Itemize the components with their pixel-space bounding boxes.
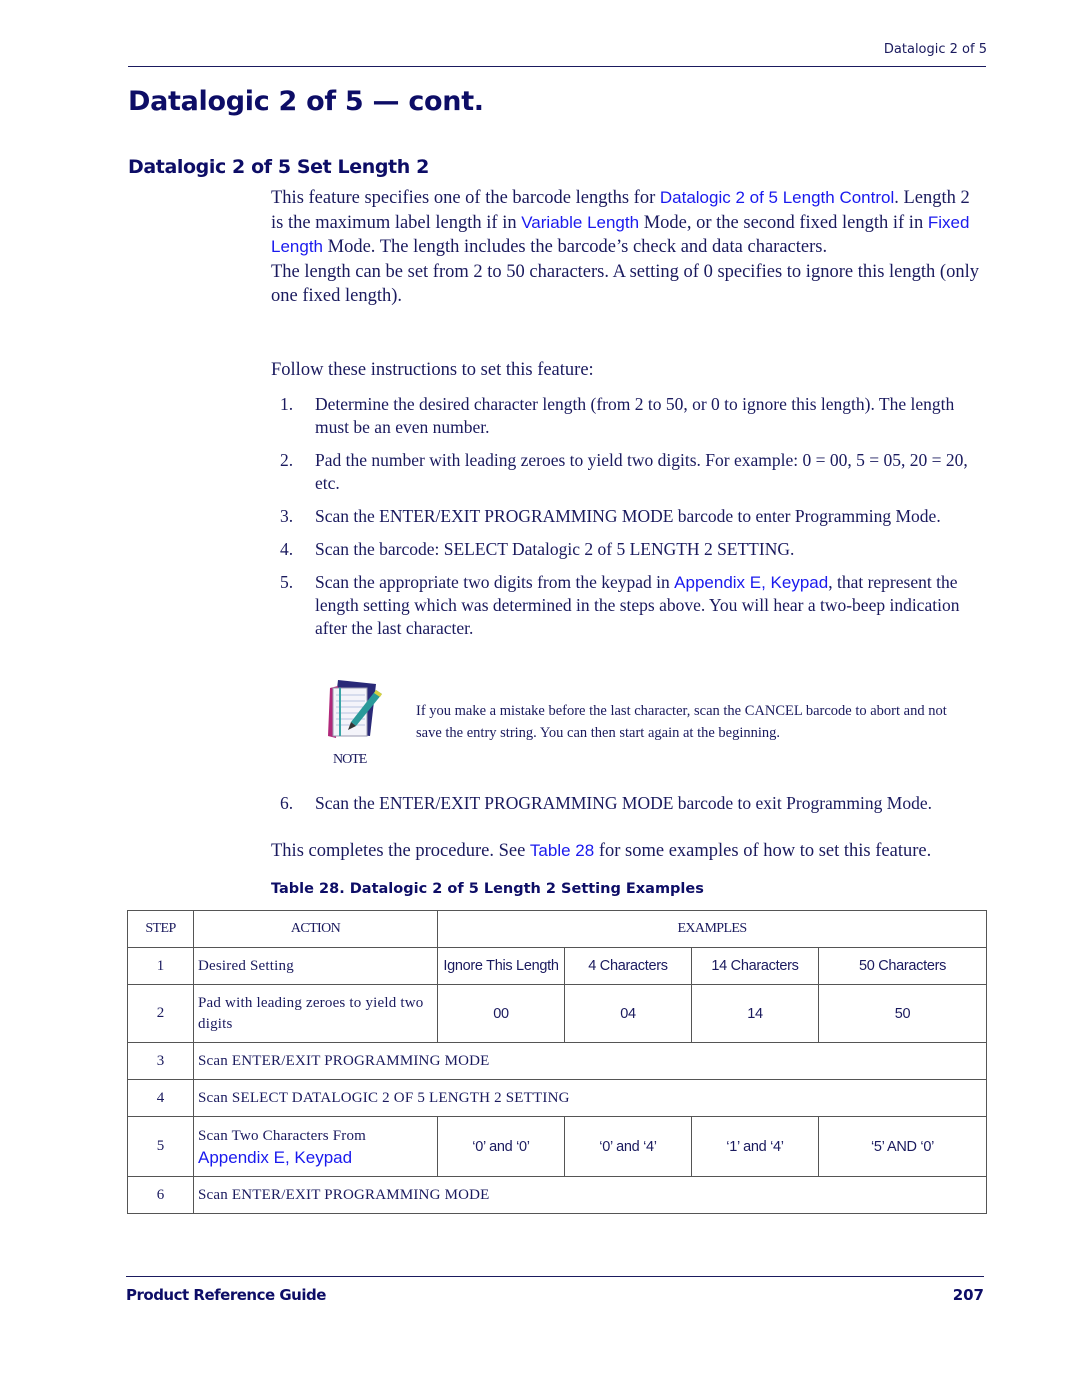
step-item: 6. Scan the ENTER/EXIT PROGRAMMING MODE … bbox=[280, 792, 986, 815]
step-number: 1. bbox=[280, 394, 294, 414]
cell-example: ‘5’ AND ‘0’ bbox=[817, 1116, 988, 1177]
cell-example: ‘1’ and ‘4’ bbox=[691, 1116, 819, 1177]
step-text: Determine the desired character length (… bbox=[315, 394, 955, 437]
cell-action: Scan ENTER/EXIT PROGRAMMING MODE bbox=[192, 1176, 988, 1214]
cell-action: Scan ENTER/EXIT PROGRAMMING MODE bbox=[192, 1042, 988, 1080]
text-run: Mode, or the second fixed length if in bbox=[639, 212, 928, 233]
link-appendix-e-keypad[interactable]: Appendix E, Keypad bbox=[198, 1147, 437, 1168]
intro-paragraph-1: This feature specifies one of the barcod… bbox=[271, 186, 986, 260]
intro-text: This feature specifies one of the barcod… bbox=[271, 186, 986, 309]
intro-paragraph-2: The length can be set from 2 to 50 chara… bbox=[271, 261, 979, 307]
header-action: ACTION bbox=[193, 910, 438, 948]
step-number: 2. bbox=[280, 450, 294, 470]
footer-rule bbox=[126, 1276, 984, 1277]
link-length-control[interactable]: Datalogic 2 of 5 Length Control bbox=[660, 188, 894, 207]
cell-example: ‘0’ and ‘0’ bbox=[437, 1116, 565, 1177]
note-box: NOTE If you make a mistake before the la… bbox=[318, 676, 978, 776]
step-number: 5. bbox=[280, 572, 294, 592]
step-number: 4. bbox=[280, 539, 294, 559]
cell-example: 50 bbox=[817, 984, 988, 1043]
footer-page-number: 207 bbox=[952, 1286, 984, 1304]
section-title: Datalogic 2 of 5 Set Length 2 bbox=[128, 156, 429, 178]
running-head: Datalogic 2 of 5 bbox=[883, 42, 987, 57]
cell-step: 4 bbox=[127, 1079, 194, 1117]
table-row: 5 Scan Two Characters From Appendix E, K… bbox=[127, 1116, 988, 1177]
step-item: 3. Scan the ENTER/EXIT PROGRAMMING MODE … bbox=[280, 505, 986, 528]
examples-table: STEP ACTION EXAMPLES 1 Desired Setting I… bbox=[127, 910, 988, 1214]
step-item: 4. Scan the barcode: SELECT Datalogic 2 … bbox=[280, 538, 986, 561]
table-row: 2 Pad with leading zeroes to yield two d… bbox=[127, 984, 988, 1043]
cell-example: 14 bbox=[691, 984, 819, 1043]
table-row: 6 Scan ENTER/EXIT PROGRAMMING MODE bbox=[127, 1176, 988, 1214]
cell-step: 6 bbox=[127, 1176, 194, 1214]
text-run: This feature specifies one of the barcod… bbox=[271, 188, 660, 208]
cell-action-text: Scan Two Characters From bbox=[198, 1127, 367, 1144]
cell-step: 3 bbox=[127, 1042, 194, 1080]
step-item: 2. Pad the number with leading zeroes to… bbox=[280, 449, 986, 495]
footer-guide-title: Product Reference Guide bbox=[126, 1286, 326, 1304]
step-number: 3. bbox=[280, 506, 294, 526]
cell-step: 2 bbox=[127, 984, 194, 1043]
table-row: 1 Desired Setting Ignore This Length 4 C… bbox=[127, 947, 988, 985]
step-text: Scan the barcode: SELECT Datalogic 2 of … bbox=[315, 539, 795, 559]
cell-example: 00 bbox=[437, 984, 565, 1043]
closing-paragraph: This completes the procedure. See Table … bbox=[271, 839, 986, 864]
closing-text: This completes the procedure. See Table … bbox=[271, 839, 986, 864]
cell-action: Scan SELECT DATALOGIC 2 OF 5 LENGTH 2 SE… bbox=[192, 1079, 988, 1117]
cell-action: Pad with leading zeroes to yield two dig… bbox=[193, 984, 438, 1043]
link-appendix-e-keypad[interactable]: Appendix E, Keypad bbox=[674, 573, 828, 592]
cell-step: 1 bbox=[127, 947, 194, 985]
cell-action: Scan Two Characters From Appendix E, Key… bbox=[193, 1116, 438, 1177]
steps-list-b: 6. Scan the ENTER/EXIT PROGRAMMING MODE … bbox=[280, 792, 986, 815]
cell-step: 5 bbox=[127, 1116, 194, 1177]
step-text: Pad the number with leading zeroes to yi… bbox=[315, 450, 968, 493]
cell-example: 50 Characters bbox=[817, 947, 988, 985]
text-run: Mode. The length includes the barcode’s … bbox=[323, 237, 828, 257]
text-run: This completes the procedure. See bbox=[271, 841, 530, 861]
cell-example: Ignore This Length bbox=[437, 947, 565, 985]
instructions-lead-text: Follow these instructions to set this fe… bbox=[271, 360, 594, 380]
step-text: Scan the appropriate two digits from the… bbox=[315, 571, 986, 640]
cell-action: Desired Setting bbox=[193, 947, 438, 985]
instructions-lead: Follow these instructions to set this fe… bbox=[271, 358, 986, 383]
text-run: Scan the appropriate two digits from the… bbox=[315, 572, 675, 592]
steps-list-a: 1. Determine the desired character lengt… bbox=[280, 393, 986, 650]
page-title: Datalogic 2 of 5 — cont. bbox=[128, 86, 484, 117]
note-pad-pen-icon bbox=[328, 680, 382, 738]
cell-example: 14 Characters bbox=[691, 947, 819, 985]
step-item: 5. Scan the appropriate two digits from … bbox=[280, 571, 986, 640]
header-examples: EXAMPLES bbox=[436, 910, 988, 948]
step-item: 1. Determine the desired character lengt… bbox=[280, 393, 986, 439]
step-text: Scan the ENTER/EXIT PROGRAMMING MODE bar… bbox=[315, 793, 932, 813]
note-text: If you make a mistake before the last ch… bbox=[416, 703, 947, 741]
note-label: NOTE bbox=[333, 752, 367, 767]
table-row: 3 Scan ENTER/EXIT PROGRAMMING MODE bbox=[127, 1042, 988, 1080]
cell-example: 4 Characters bbox=[564, 947, 692, 985]
link-table-28[interactable]: Table 28 bbox=[530, 841, 594, 860]
table-header-row: STEP ACTION EXAMPLES bbox=[127, 910, 988, 948]
text-run: for some examples of how to set this fea… bbox=[594, 841, 932, 861]
table-row: 4 Scan SELECT DATALOGIC 2 OF 5 LENGTH 2 … bbox=[127, 1079, 988, 1117]
link-variable-length[interactable]: Variable Length bbox=[521, 213, 639, 232]
cell-example: ‘0’ and ‘4’ bbox=[564, 1116, 692, 1177]
step-number: 6. bbox=[280, 793, 294, 813]
table-caption: Table 28. Datalogic 2 of 5 Length 2 Sett… bbox=[271, 881, 704, 897]
step-text: Scan the ENTER/EXIT PROGRAMMING MODE bar… bbox=[315, 506, 941, 526]
header-step: STEP bbox=[127, 910, 194, 948]
header-rule bbox=[128, 66, 986, 67]
cell-example: 04 bbox=[564, 984, 692, 1043]
